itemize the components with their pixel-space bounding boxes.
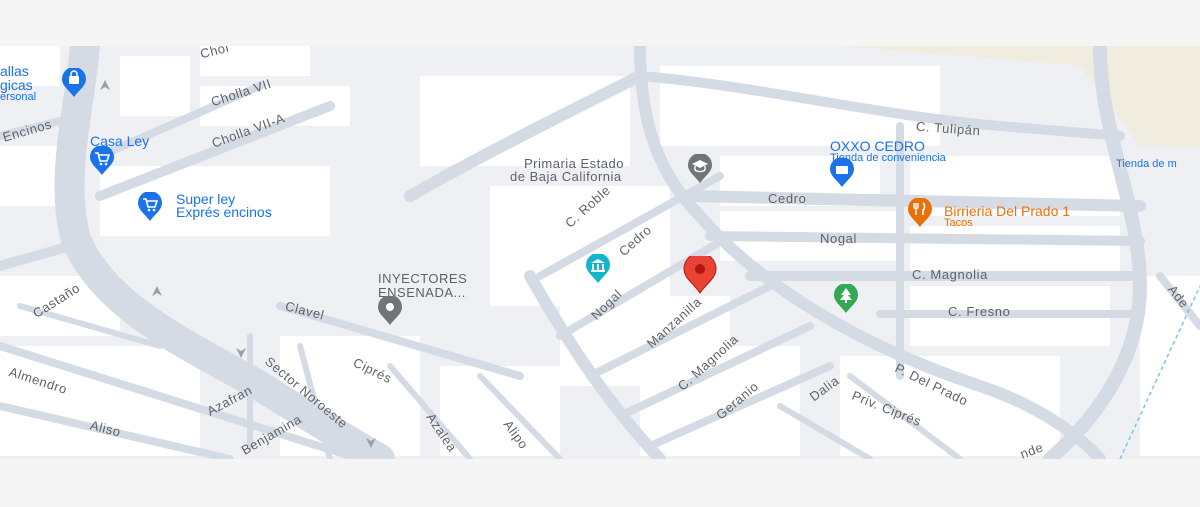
- landmark-pin-icon[interactable]: [584, 254, 612, 284]
- road-direction-arrow-icon: [152, 286, 162, 296]
- road-direction-arrow-icon: [236, 348, 246, 358]
- shopping-bag-pin-icon[interactable]: [60, 68, 88, 98]
- shopping-cart-pin-icon[interactable]: [88, 146, 116, 176]
- restaurant-pin-icon[interactable]: [906, 198, 934, 228]
- street-c-fresno: C. Fresno: [948, 304, 1011, 319]
- street-c-magnolia: C. Magnolia: [912, 267, 988, 282]
- road-direction-arrow-icon: [366, 438, 376, 448]
- red-location-pin-icon[interactable]: [679, 256, 721, 294]
- park-tree-pin-icon[interactable]: [832, 284, 860, 314]
- poi-inyectores-line1[interactable]: INYECTORES: [378, 272, 467, 285]
- poi-fallas-line1[interactable]: allas: [0, 64, 29, 78]
- poi-birrieria-category[interactable]: Tacos: [944, 218, 973, 229]
- map-view[interactable]: Chol Cholla VII Cholla VII-A Encinos Cas…: [0, 46, 1200, 459]
- poi-super-ley-line2[interactable]: Exprés encinos: [176, 205, 272, 219]
- road-direction-arrow-icon: [100, 80, 110, 90]
- poi-tienda-de[interactable]: Tienda de m: [1116, 159, 1177, 170]
- poi-oxxo-name[interactable]: OXXO CEDRO: [830, 139, 925, 153]
- page-frame: Chol Cholla VII Cholla VII-A Encinos Cas…: [0, 0, 1200, 507]
- poi-primaria-line2[interactable]: de Baja California: [510, 170, 622, 183]
- gray-place-pin-icon[interactable]: [376, 296, 404, 326]
- shopping-cart-pin-icon[interactable]: [136, 192, 164, 222]
- map-base-layer: [0, 46, 1200, 459]
- street-nogal: Nogal: [820, 231, 857, 246]
- poi-fallas-line3[interactable]: ersonal: [0, 92, 36, 103]
- poi-fallas-line2[interactable]: gicas: [0, 78, 33, 92]
- poi-birrieria-name[interactable]: Birrieria Del Prado 1: [944, 204, 1070, 218]
- street-cedro: Cedro: [768, 191, 807, 206]
- school-pin-icon[interactable]: [686, 154, 714, 184]
- shopping-cart-pin-icon[interactable]: [828, 158, 856, 188]
